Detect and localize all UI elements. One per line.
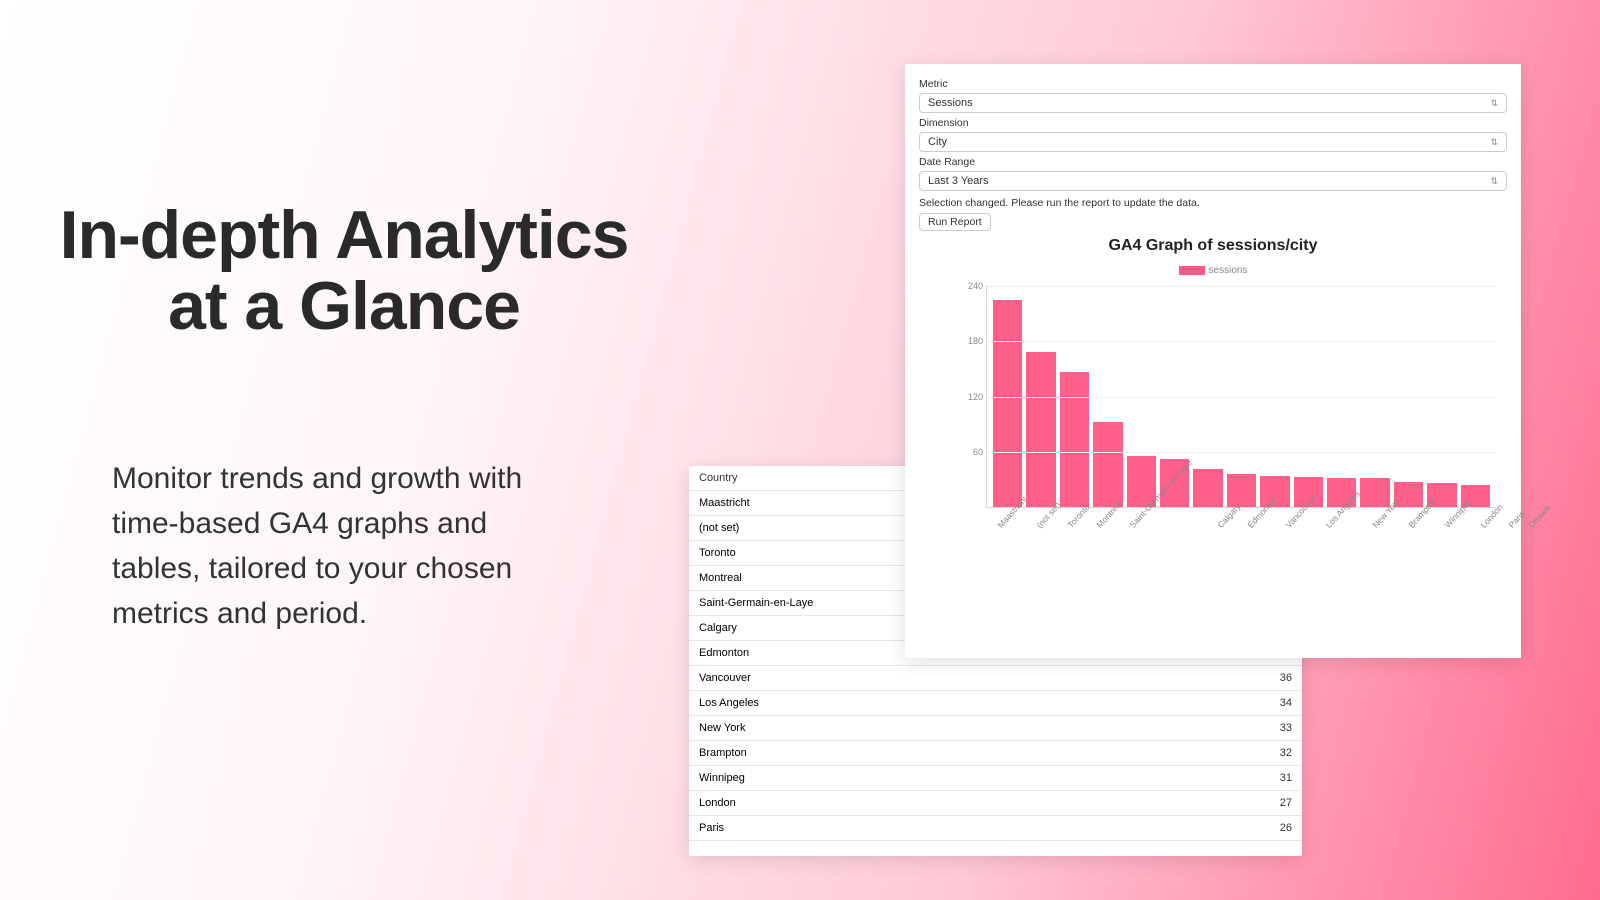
daterange-select[interactable]: Last 3 Years ⇅ (919, 171, 1507, 191)
table-header-label: Country (699, 472, 738, 484)
metric-label: Metric (919, 78, 1507, 90)
dimension-select[interactable]: City ⇅ (919, 132, 1507, 152)
dimension-label: Dimension (919, 117, 1507, 129)
table-row: Paris 26 (689, 816, 1302, 841)
table-row-value: 34 (1280, 697, 1292, 709)
table-row-label: Edmonton (699, 647, 749, 659)
table-row-label: Maastricht (699, 497, 750, 509)
table-row-label: Vancouver (699, 672, 751, 684)
chart-x-labels: Maastricht(not set)TorontoMontrealSaint-… (992, 512, 1490, 522)
table-row: London 27 (689, 791, 1302, 816)
heading-line-1: In-depth Analytics (60, 197, 629, 273)
chart-title: GA4 Graph of sessions/city (919, 237, 1507, 255)
table-row-value: 31 (1280, 772, 1292, 784)
chart-bar (1227, 474, 1256, 507)
run-report-button[interactable]: Run Report (919, 213, 991, 231)
legend-label: sessions (1209, 265, 1248, 276)
daterange-select-value: Last 3 Years (928, 175, 989, 187)
chevron-updown-icon: ⇅ (1490, 177, 1498, 186)
heading-line-2: at a Glance (168, 268, 520, 344)
table-row-label: Calgary (699, 622, 737, 634)
table-row-value: 26 (1280, 822, 1292, 834)
chevron-updown-icon: ⇅ (1490, 138, 1498, 147)
chart-bar (1060, 372, 1089, 507)
table-row-label: Winnipeg (699, 772, 745, 784)
table-row: New York 33 (689, 716, 1302, 741)
table-row-label: Brampton (699, 747, 747, 759)
chart-bar (1026, 352, 1055, 507)
y-tick-label: 120 (957, 392, 983, 402)
page-subheading: Monitor trends and growth with time-base… (112, 456, 562, 636)
table-row-value: 27 (1280, 797, 1292, 809)
chart-legend: sessions (919, 265, 1507, 276)
table-row-label: Saint-Germain-en-Laye (699, 597, 813, 609)
table-row: Los Angeles 34 (689, 691, 1302, 716)
y-tick-label: 180 (957, 336, 983, 346)
table-row: Vancouver 36 (689, 666, 1302, 691)
x-tick-label: Ottawa (1526, 503, 1551, 530)
metric-select-value: Sessions (928, 97, 973, 109)
page-heading: In-depth Analytics at a Glance (44, 200, 644, 343)
table-row-value: 36 (1280, 672, 1292, 684)
table-row-label: London (699, 797, 736, 809)
table-row-label: Los Angeles (699, 697, 759, 709)
daterange-label: Date Range (919, 156, 1507, 168)
y-tick-label: 60 (957, 447, 983, 457)
dimension-select-value: City (928, 136, 947, 148)
chevron-updown-icon: ⇅ (1490, 99, 1498, 108)
table-row-label: Paris (699, 822, 724, 834)
chart-plot-area: 60120180240 (986, 286, 1496, 508)
metric-select[interactable]: Sessions ⇅ (919, 93, 1507, 113)
chart-bar (1193, 469, 1222, 507)
table-row-label: Montreal (699, 572, 742, 584)
table-row-value: 33 (1280, 722, 1292, 734)
table-row: Winnipeg 31 (689, 766, 1302, 791)
legend-swatch-icon (1179, 266, 1205, 275)
selection-hint: Selection changed. Please run the report… (919, 197, 1507, 209)
chart-bar (1093, 422, 1122, 507)
table-row-label: New York (699, 722, 745, 734)
table-row-value: 32 (1280, 747, 1292, 759)
table-row-label: (not set) (699, 522, 739, 534)
chart-bar (1360, 478, 1389, 507)
table-row: Brampton 32 (689, 741, 1302, 766)
chart-bar (993, 300, 1022, 507)
y-tick-label: 240 (957, 281, 983, 291)
sessions-by-city-chart: 60120180240 Maastricht(not set)TorontoMo… (938, 286, 1498, 586)
table-row-label: Toronto (699, 547, 736, 559)
